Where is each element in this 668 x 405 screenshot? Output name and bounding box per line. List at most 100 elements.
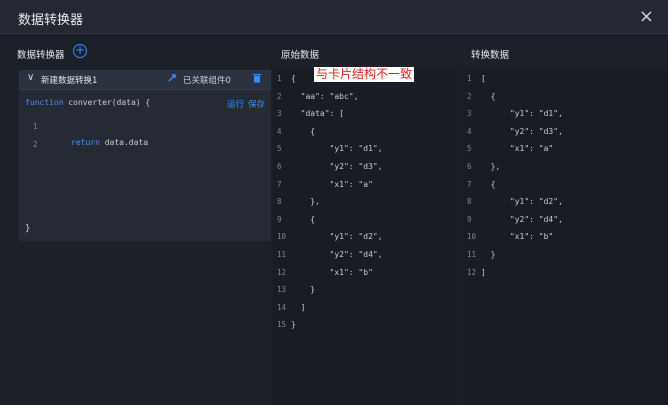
return-expression: data.data [99, 138, 149, 147]
code-line: 11 "y2": "d4", [273, 250, 461, 266]
line-number: 9 [467, 214, 472, 224]
code-line: 7 { [463, 180, 668, 196]
code-line: 1[ [463, 74, 668, 90]
mismatch-annotation: 与卡片结构不一致 [314, 67, 415, 82]
function-signature-text: converter(data) { [63, 98, 151, 107]
code-text: } [481, 250, 496, 259]
line-number: 4 [277, 126, 282, 136]
code-text: "y2": "d3", [291, 162, 383, 171]
code-text: "x1": "b" [481, 232, 554, 242]
line-number: 1 [277, 74, 282, 83]
line-number: 7 [467, 179, 472, 189]
dialog-body: 数据转换器 + ∨ 新建数据转换1 已关联组件0 function conver… [0, 35, 668, 405]
dialog-titlebar: 数据转换器 × [0, 0, 668, 34]
dialog-title: 数据转换器 [18, 13, 84, 28]
code-text: "y1": "d1", [291, 144, 383, 154]
line-number: 8 [277, 197, 282, 207]
code-text: }, [291, 197, 320, 207]
code-text: { [291, 74, 296, 83]
code-text: "data": [ [291, 109, 344, 119]
line-number: 2 [33, 140, 38, 149]
code-line: 14 ] [273, 303, 461, 319]
original-data-heading: 原始数据 [281, 50, 320, 61]
converter-item-header[interactable]: ∨ 新建数据转换1 已关联组件0 [19, 70, 271, 90]
line-number: 2 [277, 91, 282, 101]
code-text: { [291, 126, 316, 136]
closing-brace: } [25, 224, 31, 234]
converter-item: ∨ 新建数据转换1 已关联组件0 function converter(data… [19, 70, 271, 241]
original-data-editor[interactable]: 1{2 "aa": "abc", 3 "data": [4 {5 "y1": "d… [273, 70, 461, 405]
function-signature: function converter(data) { [25, 98, 150, 107]
function-keyword: function [25, 98, 64, 107]
code-text: "y1": "d1", [481, 109, 563, 119]
converted-data-panel: 转换数据 1[2 {3 "y1": "d1", 4 "y2": "d3", 5 "x… [463, 35, 668, 405]
line-number: 12 [467, 267, 477, 277]
code-line: 12 "x1": "b" [273, 268, 461, 284]
close-icon[interactable]: × [639, 6, 654, 27]
code-text: "x1": "a" [481, 144, 554, 154]
code-line: 15} [273, 320, 461, 336]
code-line: 5 "x1": "a" [463, 144, 668, 160]
code-line: 10 "y1": "d2", [273, 232, 461, 248]
code-text: "y2": "d3", [481, 126, 563, 136]
code-line: 6 "y2": "d3", [273, 162, 461, 178]
code-actions: 运行 保存 [223, 98, 265, 110]
code-text: [ [481, 74, 486, 83]
code-line: 13 } [273, 285, 461, 301]
code-line: 12] [463, 268, 668, 284]
converter-heading: 数据转换器 [17, 50, 65, 61]
line-number: 4 [467, 126, 472, 136]
converted-data-heading: 转换数据 [471, 50, 510, 61]
line-number: 13 [277, 285, 287, 295]
code-text: ] [291, 302, 306, 312]
code-line: 7 "x1": "a" [273, 180, 461, 196]
return-statement[interactable]: return data.data [71, 138, 148, 147]
run-button[interactable]: 运行 [227, 100, 244, 110]
line-number: 12 [277, 267, 287, 277]
code-text: ] [481, 267, 486, 277]
line-number: 7 [277, 179, 282, 189]
line-number: 10 [467, 232, 477, 242]
chevron-down-icon[interactable]: ∨ [27, 72, 34, 83]
line-number: 11 [467, 250, 477, 259]
code-text: { [481, 91, 496, 101]
add-converter-button[interactable]: + [73, 44, 87, 58]
code-line: 9 "y2": "d4", [463, 215, 668, 231]
code-text: "y1": "d2", [481, 197, 563, 207]
code-line: 5 "y1": "d1", [273, 144, 461, 160]
code-line: 4 "y2": "d3", [463, 127, 668, 143]
line-number: 1 [33, 122, 38, 131]
line-number: 6 [467, 162, 472, 171]
converter-name: 新建数据转换1 [41, 76, 98, 86]
code-line: 8 "y1": "d2", [463, 197, 668, 213]
line-number: 10 [277, 232, 287, 242]
code-line: 6 }, [463, 162, 668, 178]
converted-data-editor[interactable]: 1[2 {3 "y1": "d1", 4 "y2": "d3", 5 "x1": "… [463, 70, 668, 405]
trash-icon[interactable] [252, 72, 262, 86]
code-line: 3 "data": [ [273, 109, 461, 125]
code-line: 9 { [273, 215, 461, 231]
code-line: 8 }, [273, 197, 461, 213]
code-text: "x1": "b" [291, 267, 373, 277]
code-text: }, [481, 162, 501, 171]
code-line: 10 "x1": "b" [463, 232, 668, 248]
code-text: { [291, 214, 316, 224]
link-icon[interactable] [167, 73, 177, 86]
save-button[interactable]: 保存 [248, 100, 265, 110]
line-number: 3 [467, 109, 472, 119]
line-number: 15 [277, 320, 287, 330]
original-data-panel: 原始数据 1{2 "aa": "abc", 3 "data": [4 {5 "y1… [273, 35, 461, 405]
code-text: } [291, 320, 296, 330]
line-number: 5 [467, 144, 472, 154]
linked-components-label[interactable]: 已关联组件0 [183, 74, 231, 86]
code-line: 2 { [463, 92, 668, 108]
line-number: 3 [277, 109, 282, 119]
line-number: 14 [277, 302, 287, 312]
code-text: "y1": "d2", [291, 232, 383, 242]
line-number: 9 [277, 214, 282, 224]
line-number: 1 [467, 74, 472, 83]
return-keyword: return [71, 138, 100, 147]
code-line: 2 "aa": "abc", [273, 92, 461, 108]
line-number: 11 [277, 250, 287, 259]
code-text: } [291, 285, 316, 295]
